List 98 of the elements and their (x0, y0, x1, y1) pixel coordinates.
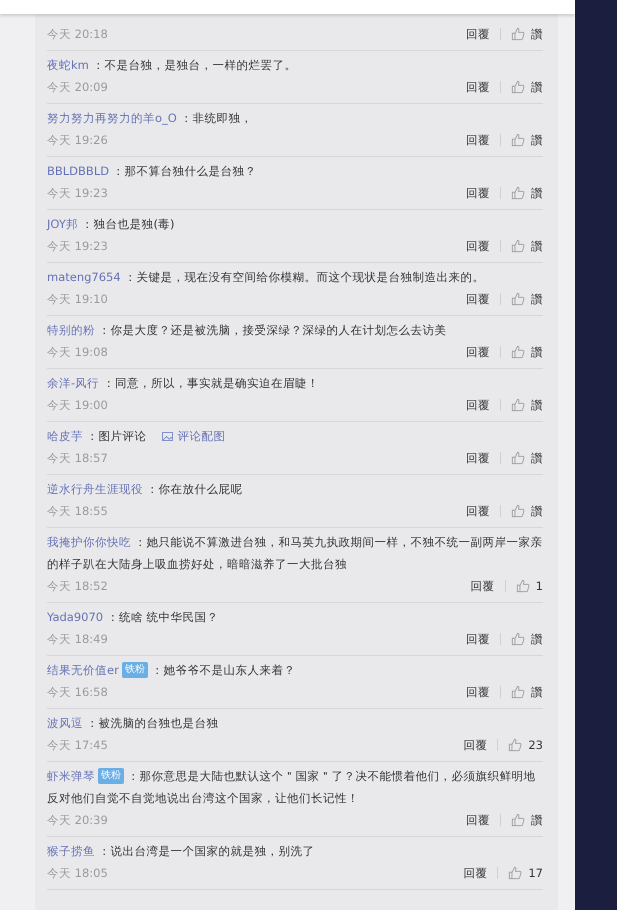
thumbs-up-icon[interactable] (511, 398, 525, 412)
username-link[interactable]: 努力努力再努力的羊o_O (47, 111, 177, 125)
reply-link[interactable]: 回覆 (463, 734, 488, 756)
like-count: 讚 (531, 291, 543, 308)
comment-time: 今天 18:57 (47, 450, 108, 467)
like-count: 讚 (531, 812, 543, 829)
comment-text: 逆水行舟生涯现役 ：你在放什么屁呢 (47, 481, 244, 498)
comment-text: JOY邦 ：独台也是独(毒) (47, 216, 176, 233)
username-link[interactable]: Yada9070 (47, 610, 104, 624)
username-link[interactable]: 哈皮芋 (47, 429, 83, 443)
thumbs-up-icon[interactable] (511, 632, 525, 646)
comment-time: 今天 19:26 (47, 132, 108, 149)
like-count: 讚 (531, 238, 543, 255)
reply-link[interactable]: 回覆 (466, 447, 490, 469)
reply-link[interactable]: 回覆 (466, 288, 490, 310)
like-count: 讚 (531, 132, 543, 149)
like-count: 讚 (531, 397, 543, 414)
thumbs-up-icon[interactable] (511, 27, 525, 41)
reply-link[interactable]: 回覆 (466, 235, 490, 257)
thumbs-up-icon[interactable] (511, 685, 525, 699)
comment-text: BBLDBBLD ：那不算台独什么是台独？ (47, 163, 258, 180)
thumbs-up-icon[interactable] (511, 813, 525, 827)
reply-link[interactable]: 回覆 (466, 341, 490, 363)
like-count: 讚 (531, 26, 543, 43)
thumbs-up-icon[interactable] (511, 186, 525, 200)
comment-time: 今天 20:39 (47, 812, 108, 829)
thumbs-up-icon[interactable] (511, 451, 525, 465)
comment-text: 夜蛇km ：不是台独，是独台，一样的烂罢了。 (47, 57, 298, 74)
username-link[interactable]: 特别的粉 (47, 323, 95, 337)
comment-time: 今天 18:52 (47, 578, 108, 595)
comment-text: 我掩护你你快吃 ：她只能说不算激进台独，和马英九执政期间一样，不独不统一副两岸一家亲的样子趴在大陆身上吸血捞好处，暗暗滋养了一大批台独 (47, 534, 543, 573)
comment-time: 今天 19:00 (47, 397, 108, 414)
username-link[interactable]: 结果无价值er (47, 663, 119, 677)
thumbs-up-icon[interactable] (511, 345, 525, 359)
username-link[interactable]: 余洋-风行 (47, 376, 100, 390)
like-count: 讚 (531, 450, 543, 467)
thumbs-up-icon[interactable] (511, 239, 525, 253)
like-count: 讚 (531, 631, 543, 648)
comment-text: 努力努力再努力的羊o_O ：非统即独， (47, 110, 254, 127)
thumbs-up-icon[interactable] (511, 292, 525, 306)
like-count: 讚 (531, 503, 543, 520)
fan-badge: 铁粉 (98, 768, 124, 784)
like-count: 讚 (531, 185, 543, 202)
reply-link[interactable]: 回覆 (470, 575, 495, 597)
thumbs-up-icon[interactable] (516, 579, 530, 593)
reply-link[interactable]: 回覆 (466, 23, 490, 45)
like-count: 17 (528, 865, 543, 882)
comment-time: 今天 20:18 (47, 26, 108, 43)
comment-time: 今天 16:58 (47, 684, 108, 701)
thumbs-up-icon[interactable] (511, 133, 525, 147)
comment-text: 波风逗 ：被洗脑的台独也是台独 (47, 715, 220, 732)
reply-link[interactable]: 回覆 (466, 809, 490, 831)
like-count: 讚 (531, 684, 543, 701)
comment-time: 今天 19:10 (47, 291, 108, 308)
comment-text: 余洋-风行 ：同意，所以，事实就是确实迫在眉睫！ (47, 375, 320, 392)
comment-time: 今天 19:23 (47, 238, 108, 255)
thumbs-up-icon[interactable] (508, 866, 522, 880)
comment-text: 虾米弹琴 铁粉 ：那你意思是大陆也默认这个＂国家＂了？决不能惯着他们，必须旗织鲜明地反对他们自觉不自觉地说出台湾这个国家，让他们长记性！ (47, 767, 537, 807)
image-icon (162, 432, 174, 442)
comment-time: 今天 18:49 (47, 631, 108, 648)
username-link[interactable]: mateng7654 (47, 270, 121, 284)
comment-text: 哈皮芋 ：图片评论 评论配图 (47, 428, 226, 445)
comment-text: 结果无价值er 铁粉 ：她爷爷不是山东人来着？ (47, 661, 296, 680)
image-link[interactable]: 评论配图 (162, 429, 226, 443)
username-link[interactable]: BBLDBBLD (47, 164, 110, 178)
thumbs-up-icon[interactable] (511, 80, 525, 94)
comment-time: 今天 18:05 (47, 865, 108, 882)
comment-text: mateng7654 ：关键是，现在没有空间给你模糊。而这个现状是台独制造出来的。 (47, 269, 486, 286)
comment-time: 今天 18:55 (47, 503, 108, 520)
like-count: 讚 (531, 344, 543, 361)
username-link[interactable]: 波风逗 (47, 716, 83, 730)
thumbs-up-icon[interactable] (508, 738, 522, 752)
reply-link[interactable]: 回覆 (466, 500, 490, 522)
fan-badge: 铁粉 (122, 662, 148, 678)
comment-time: 今天 19:23 (47, 185, 108, 202)
like-count: 23 (528, 737, 543, 754)
username-link[interactable]: 猴子捞鱼 (47, 844, 95, 858)
username-link[interactable]: 虾米弹琴 (47, 769, 95, 783)
like-count: 讚 (531, 79, 543, 96)
reply-link[interactable]: 回覆 (466, 681, 490, 703)
reply-link[interactable]: 回覆 (466, 76, 490, 98)
like-count: 1 (536, 578, 543, 595)
comment-text: 特别的粉 ：你是大度？还是被洗脑，接受深绿？深绿的人在计划怎么去访美 (47, 322, 448, 339)
reply-link[interactable]: 回覆 (466, 628, 490, 650)
username-link[interactable]: 我掩护你你快吃 (47, 535, 131, 549)
comment-time: 今天 19:08 (47, 344, 108, 361)
reply-link[interactable]: 回覆 (463, 862, 488, 884)
reply-link[interactable]: 回覆 (466, 129, 490, 151)
comment-time: 今天 17:45 (47, 737, 108, 754)
reply-link[interactable]: 回覆 (466, 394, 490, 416)
thumbs-up-icon[interactable] (511, 504, 525, 518)
reply-link[interactable]: 回覆 (466, 182, 490, 204)
comment-text: 猴子捞鱼 ：说出台湾是一个国家的就是独，别洗了 (47, 843, 316, 860)
comment-time: 今天 20:09 (47, 79, 108, 96)
username-link[interactable]: 夜蛇km (47, 58, 89, 72)
comment-text: Yada9070 ：统啥 统中华民国？ (47, 609, 220, 626)
username-link[interactable]: 逆水行舟生涯现役 (47, 482, 143, 496)
username-link[interactable]: JOY邦 (47, 217, 78, 231)
